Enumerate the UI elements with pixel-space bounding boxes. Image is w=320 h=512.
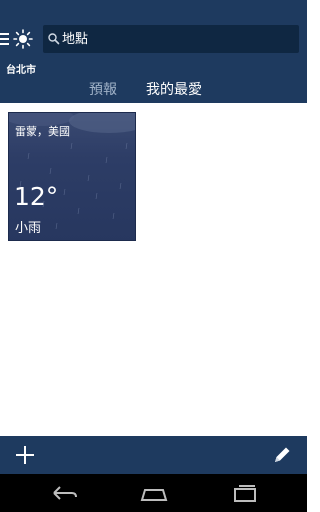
favorite-location-name: 雷蒙，美國 [15, 125, 70, 138]
weather-app: 台北市 預報 我的最愛 [0, 0, 307, 512]
search-input[interactable] [62, 25, 292, 53]
sun-icon[interactable] [13, 29, 33, 49]
current-city: 台北市 [6, 65, 36, 76]
favorite-location-card[interactable]: 雷蒙，美國 12° 小雨 [8, 112, 136, 241]
tab-forecast[interactable]: 預報 [89, 79, 117, 99]
pencil-icon[interactable] [271, 444, 293, 466]
system-navigation-bar [0, 474, 307, 512]
search-icon [48, 33, 60, 45]
favorite-condition: 小雨 [15, 221, 42, 236]
home-icon[interactable] [139, 483, 169, 503]
app-header: 台北市 預報 我的最愛 [0, 0, 307, 103]
menu-icon[interactable] [0, 33, 9, 45]
back-icon[interactable] [50, 483, 78, 503]
plus-icon[interactable] [14, 444, 36, 466]
tab-favorites[interactable]: 我的最愛 [146, 79, 202, 99]
favorite-temperature: 12° [14, 182, 59, 211]
search-box[interactable] [43, 25, 299, 53]
recents-icon[interactable] [230, 483, 260, 503]
bottom-action-bar [0, 436, 307, 474]
